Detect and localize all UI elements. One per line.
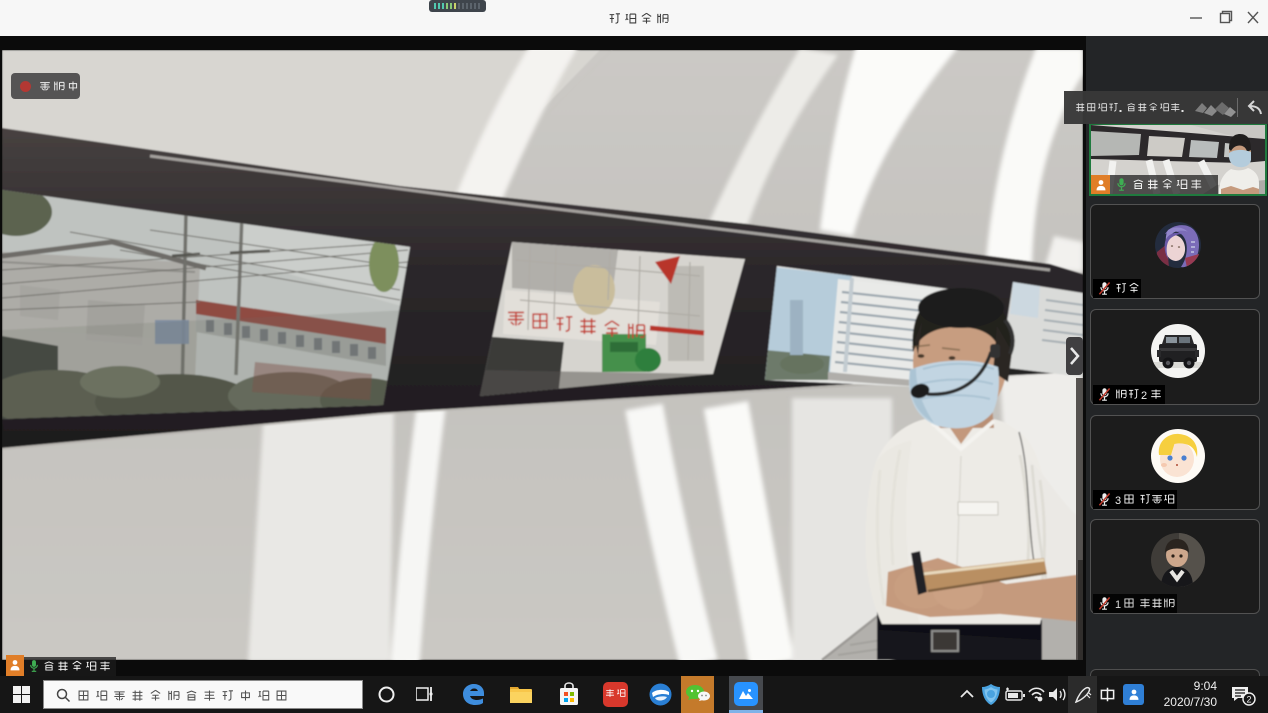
svg-text:1: 1 — [1115, 599, 1121, 610]
svg-text:2: 2 — [1141, 390, 1147, 401]
svg-text:3: 3 — [1115, 495, 1121, 506]
svg-text:2: 2 — [1246, 695, 1251, 705]
